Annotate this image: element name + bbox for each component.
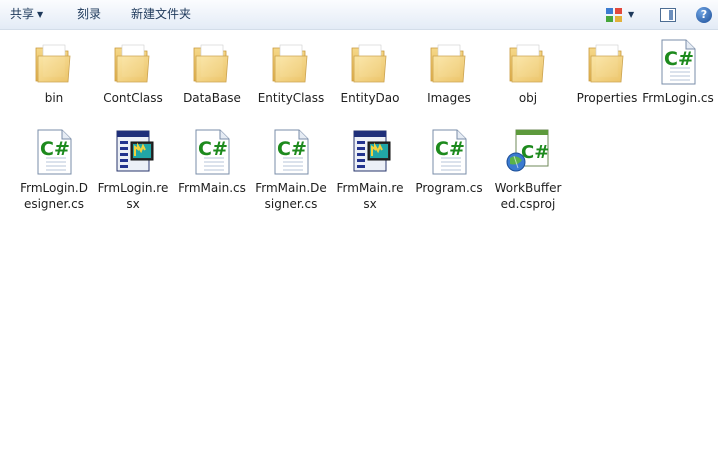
chevron-down-icon: ▼ bbox=[37, 10, 44, 19]
folder-icon bbox=[109, 38, 157, 86]
file-item-label: FrmMain.resx bbox=[336, 181, 404, 211]
svg-text:C#: C# bbox=[198, 138, 228, 160]
folder-icon bbox=[188, 38, 236, 86]
chevron-down-icon: ▼ bbox=[628, 9, 635, 19]
folder-icon bbox=[583, 38, 631, 86]
folder-icon bbox=[425, 38, 473, 86]
file-item[interactable]: C# FrmLogin.cs bbox=[642, 38, 714, 106]
resx-file-icon bbox=[346, 128, 394, 176]
folder-icon bbox=[30, 38, 78, 86]
file-item-label: EntityDao bbox=[340, 91, 400, 105]
view-options-icon bbox=[606, 8, 622, 22]
file-item-label: FrmMain.Designer.cs bbox=[255, 181, 327, 211]
svg-text:C#: C# bbox=[664, 48, 694, 70]
file-item[interactable]: ContClass bbox=[97, 38, 169, 106]
file-list: bin ContClass DataBase EntityClass Entit… bbox=[0, 30, 718, 453]
file-item[interactable]: EntityClass bbox=[255, 38, 327, 106]
csharp-file-icon: C# bbox=[30, 128, 78, 176]
new-folder-label: 新建文件夹 bbox=[131, 7, 192, 21]
file-item[interactable]: Properties bbox=[571, 38, 643, 106]
file-item-label: obj bbox=[518, 91, 538, 105]
file-item-label: Program.cs bbox=[415, 181, 483, 195]
file-item[interactable]: FrmMain.resx bbox=[334, 128, 406, 212]
folder-icon bbox=[267, 38, 315, 86]
view-options-button[interactable]: ▼ bbox=[606, 5, 634, 25]
file-item-label: bin bbox=[44, 91, 64, 105]
file-item[interactable]: C# WorkBuffered.csproj bbox=[492, 128, 564, 212]
csproj-file-icon: C# bbox=[504, 128, 552, 176]
csharp-file-icon: C# bbox=[188, 128, 236, 176]
csharp-file-icon: C# bbox=[425, 128, 473, 176]
file-item-label: FrmMain.cs bbox=[178, 181, 246, 195]
svg-text:C#: C# bbox=[435, 138, 465, 160]
file-item-label: FrmLogin.Designer.cs bbox=[20, 181, 88, 211]
file-item[interactable]: C# FrmMain.cs bbox=[176, 128, 248, 196]
svg-text:C#: C# bbox=[40, 138, 70, 160]
file-item[interactable]: EntityDao bbox=[334, 38, 406, 106]
file-item[interactable]: bin bbox=[18, 38, 90, 106]
folder-icon bbox=[346, 38, 394, 86]
file-item[interactable]: obj bbox=[492, 38, 564, 106]
file-item[interactable]: DataBase bbox=[176, 38, 248, 106]
folder-icon bbox=[504, 38, 552, 86]
file-item-label: EntityClass bbox=[257, 91, 325, 105]
burn-button[interactable]: 刻录 bbox=[73, 0, 105, 29]
file-item-label: WorkBuffered.csproj bbox=[494, 181, 562, 211]
file-item-label: Images bbox=[427, 91, 471, 105]
preview-pane-icon bbox=[660, 8, 676, 22]
new-folder-button[interactable]: 新建文件夹 bbox=[127, 0, 195, 29]
file-item-label: FrmLogin.resx bbox=[97, 181, 169, 211]
share-label: 共享 bbox=[10, 7, 35, 21]
csharp-file-icon: C# bbox=[267, 128, 315, 176]
svg-text:C#: C# bbox=[277, 138, 307, 160]
preview-pane-button[interactable] bbox=[660, 5, 676, 25]
file-item-label: ContClass bbox=[103, 91, 163, 105]
command-bar: 共享 ▼ 刻录 新建文件夹 ▼ ? bbox=[0, 0, 718, 30]
file-item[interactable]: C# Program.cs bbox=[413, 128, 485, 196]
resx-file-icon bbox=[109, 128, 157, 176]
burn-label: 刻录 bbox=[77, 7, 102, 21]
share-button[interactable]: 共享 ▼ bbox=[6, 0, 47, 29]
help-button[interactable]: ? bbox=[696, 5, 712, 25]
file-item[interactable]: Images bbox=[413, 38, 485, 106]
file-item-label: Properties bbox=[576, 91, 638, 105]
file-item[interactable]: C# FrmLogin.Designer.cs bbox=[18, 128, 90, 212]
file-item-label: FrmLogin.cs bbox=[642, 91, 714, 105]
file-item[interactable]: C# FrmMain.Designer.cs bbox=[255, 128, 327, 212]
file-item-label: DataBase bbox=[183, 91, 241, 105]
file-item[interactable]: FrmLogin.resx bbox=[97, 128, 169, 212]
help-icon: ? bbox=[696, 7, 712, 23]
csharp-file-icon: C# bbox=[654, 38, 702, 86]
